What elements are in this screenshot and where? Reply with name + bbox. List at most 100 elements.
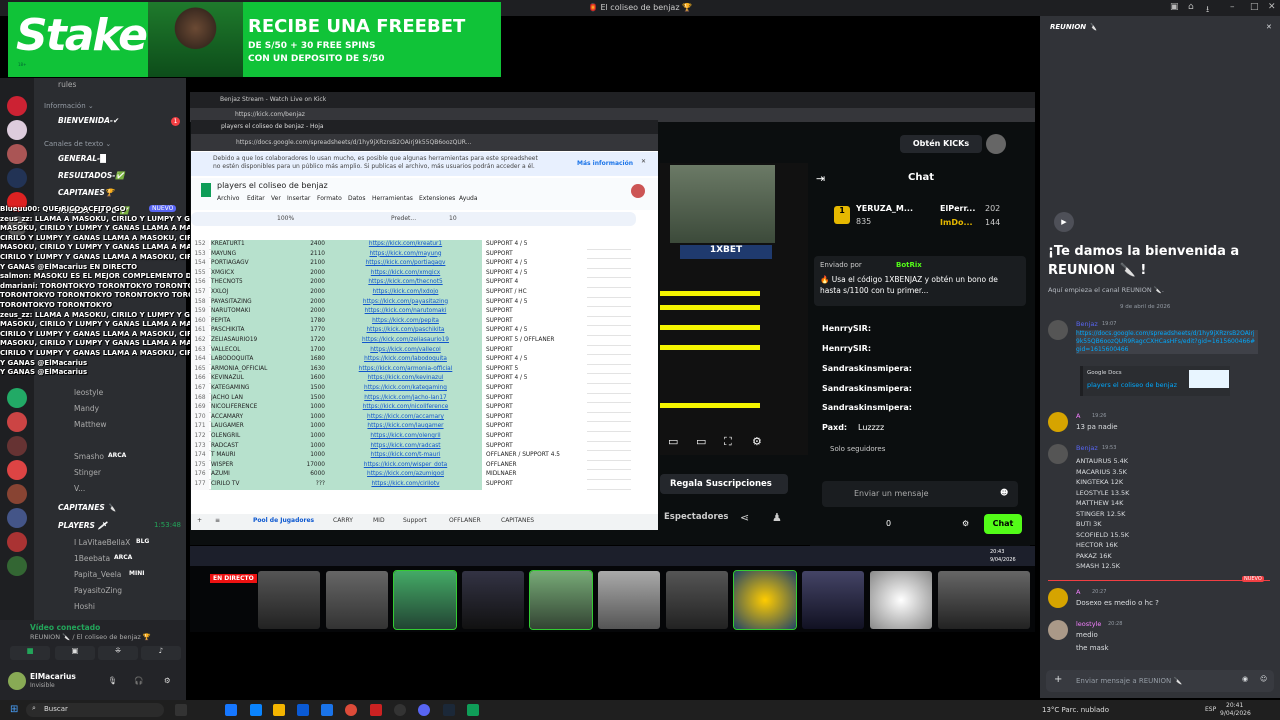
sheet-row[interactable]: 175 WISPER 17000 https://kick.com/wisper_do… — [191, 460, 631, 471]
sheet-title[interactable]: players el coliseo de benjaz — [217, 181, 328, 190]
row-number[interactable]: 171 — [191, 422, 209, 432]
row-number[interactable]: 159 — [191, 307, 209, 317]
sheet-cell[interactable]: SUPPORT — [482, 422, 587, 432]
language[interactable]: ESP — [1205, 706, 1216, 713]
sheet-cell[interactable]: THECNOT5 — [211, 278, 291, 288]
sheet-cell[interactable]: 17000 — [291, 460, 329, 471]
sheet-cell[interactable]: https://kick.com/kreatur1 — [329, 240, 482, 250]
camera-tile[interactable] — [733, 570, 797, 630]
voice-channel-capitanes[interactable]: CAPITANES 🔪 — [58, 503, 210, 512]
menu-insertar[interactable]: Insertar — [287, 195, 310, 202]
sheet-cell[interactable]: SUPPORT — [482, 432, 587, 442]
sheet-cell[interactable]: MIDLNAER — [482, 470, 587, 480]
message-author[interactable]: leostyle — [1076, 620, 1101, 628]
channel-bienvenida[interactable]: BIENVENIDA-✔ — [58, 116, 210, 125]
sheet-cell[interactable]: SUPPORT — [482, 384, 587, 394]
sheet-row[interactable]: 159 NARUTOMAKI 2000 https://kick.com/naruto… — [191, 307, 631, 317]
sheet-cell[interactable]: 1000 — [291, 441, 329, 452]
settings-icon[interactable]: ⚙ — [164, 676, 171, 685]
sheet-row[interactable]: 164 LABODOQUITA 1680 https://kick.com/labod… — [191, 355, 631, 365]
sheet-cell[interactable]: ZELIASAURIO19 — [211, 336, 291, 346]
server-icon[interactable] — [7, 532, 27, 552]
avatar[interactable] — [8, 672, 26, 690]
sheet-cell[interactable]: SUPPORT / HC — [482, 288, 587, 298]
top-gifter-1[interactable]: YERUZA_M... — [856, 204, 913, 213]
sheet-cell[interactable]: JACHO LAN — [211, 393, 291, 404]
discord-icon[interactable] — [418, 704, 430, 716]
sheet-cell[interactable]: 1000 — [291, 403, 329, 413]
sheet-cell[interactable]: https://kick.com/thecnot5 — [329, 278, 482, 288]
sheet-tab-carry[interactable]: CARRY — [333, 517, 353, 524]
sheet-row[interactable]: 154 PORTIAGAGV 2100 https://kick.com/portia… — [191, 259, 631, 269]
sheet-cell[interactable]: https://kick.com/pepita — [329, 316, 482, 327]
row-number[interactable]: 175 — [191, 460, 209, 471]
sheet-row[interactable]: 171 LAUGAMER 1000 https://kick.com/laugamer… — [191, 422, 631, 432]
close-icon[interactable]: ✕ — [641, 158, 646, 165]
sheet-row[interactable]: 153 MAYUNG 2110 https://kick.com/mayung SUPP… — [191, 249, 631, 260]
sheet-cell[interactable]: WISPER — [211, 460, 291, 471]
menu-ver[interactable]: Ver — [271, 195, 281, 202]
row-number[interactable]: 158 — [191, 297, 209, 308]
emote-icon[interactable]: ☻ — [1000, 488, 1008, 497]
sheet-cell[interactable]: ARMONIA_OFFICIAL — [211, 364, 291, 375]
server-icon[interactable] — [7, 412, 27, 432]
sheet-cell[interactable]: OFFLANER / SUPPORT 4.5 — [482, 451, 587, 461]
menu-formato[interactable]: Formato — [317, 195, 342, 202]
explorer-icon[interactable] — [273, 704, 285, 716]
follow-icon[interactable]: ♟ — [772, 511, 782, 524]
menu-datos[interactable]: Datos — [348, 195, 365, 202]
avatar[interactable] — [1048, 444, 1068, 464]
window-icon-1[interactable]: ▣ — [1170, 2, 1179, 12]
sheet-cell[interactable]: KEVINAZUL — [211, 374, 291, 384]
sheet-cell[interactable]: SUPPORT — [482, 480, 587, 490]
channel-general[interactable]: GENERAL-█ — [58, 154, 210, 163]
sheet-row[interactable]: 170 ACCAMARY 1000 https://kick.com/accamary… — [191, 412, 631, 423]
message-author[interactable]: A — [1076, 412, 1080, 420]
row-number[interactable]: 152 — [191, 240, 209, 250]
category-info[interactable]: Información ⌄ — [44, 102, 196, 110]
maximize-button[interactable]: □ — [1250, 2, 1259, 12]
sheet-cell[interactable]: OFFLANER — [482, 460, 587, 471]
sheet-cell[interactable]: https://kick.com/azumigod — [329, 470, 482, 480]
sheet-cell[interactable]: https://kick.com/kategaming — [329, 384, 482, 394]
headphones-icon[interactable]: 🎧 — [134, 676, 143, 685]
sheet-row[interactable]: 163 VALLECOL 1700 https://kick.com/vallecol… — [191, 345, 631, 356]
sheet-cell[interactable]: ACCAMARY — [211, 412, 291, 423]
row-number[interactable]: 161 — [191, 326, 209, 336]
chat-username[interactable]: Paxd: — [822, 423, 847, 432]
menu-herramientas[interactable]: Herramientas — [372, 195, 413, 202]
sheet-cell[interactable]: KREATURT1 — [211, 240, 291, 250]
sheet-cell[interactable]: 1000 — [291, 412, 329, 423]
sheet-cell[interactable]: SUPPORT — [482, 316, 587, 327]
sheet-cell[interactable]: XMGICX — [211, 268, 291, 279]
sheet-cell[interactable]: 1000 — [291, 451, 329, 461]
sheets-url[interactable]: https://docs.google.com/spreadsheets/d/1… — [236, 139, 471, 146]
sheet-cell[interactable]: 2000 — [291, 278, 329, 288]
sheet-cell[interactable]: SUPPORT — [482, 393, 587, 404]
chat-send-button[interactable]: Chat — [984, 514, 1022, 534]
minimize-button[interactable]: – — [1230, 2, 1235, 12]
sheet-cell[interactable]: SUPPORT 5 / OFFLANER — [482, 336, 587, 346]
sheet-row[interactable]: 172 OLENGRIL 1000 https://kick.com/olengril… — [191, 432, 631, 442]
server-icon[interactable] — [7, 436, 27, 456]
clock-date[interactable]: 9/04/2026 — [1220, 710, 1251, 717]
sheet-cell[interactable]: PORTIAGAGV — [211, 259, 291, 269]
zoom-select[interactable]: 100% — [277, 215, 294, 222]
sheet-cell[interactable]: 6000 — [291, 470, 329, 480]
camera-tile[interactable] — [938, 571, 1030, 629]
gift-subs-button[interactable]: Regala Suscripciones — [660, 474, 788, 494]
sheet-row[interactable]: 176 AZUMI 6000 https://kick.com/azumigod MID… — [191, 470, 631, 480]
sheet-list-icon[interactable]: ≡ — [215, 517, 220, 524]
chat-username[interactable]: Sandraskinsmipera: — [822, 384, 912, 393]
sheet-cell[interactable]: https://kick.com/wisper_dota — [329, 460, 482, 471]
weather-text[interactable]: 13°C Parc. nublado — [1042, 706, 1109, 714]
avatar[interactable] — [1048, 588, 1068, 608]
chat-username[interactable]: HenrrySIR: — [822, 344, 871, 353]
sheet-cell[interactable]: 1000 — [291, 432, 329, 442]
sheet-cell[interactable]: SUPPORT — [482, 412, 587, 423]
camera-tile[interactable] — [258, 571, 320, 629]
menu-archivo[interactable]: Archivo — [217, 195, 239, 202]
top-gifter-3[interactable]: ImDo... — [940, 218, 973, 227]
sheet-cell[interactable]: 1680 — [291, 355, 329, 365]
sheet-row[interactable]: 158 PAYASITAZING 2000 https://kick.com/paya… — [191, 297, 631, 308]
